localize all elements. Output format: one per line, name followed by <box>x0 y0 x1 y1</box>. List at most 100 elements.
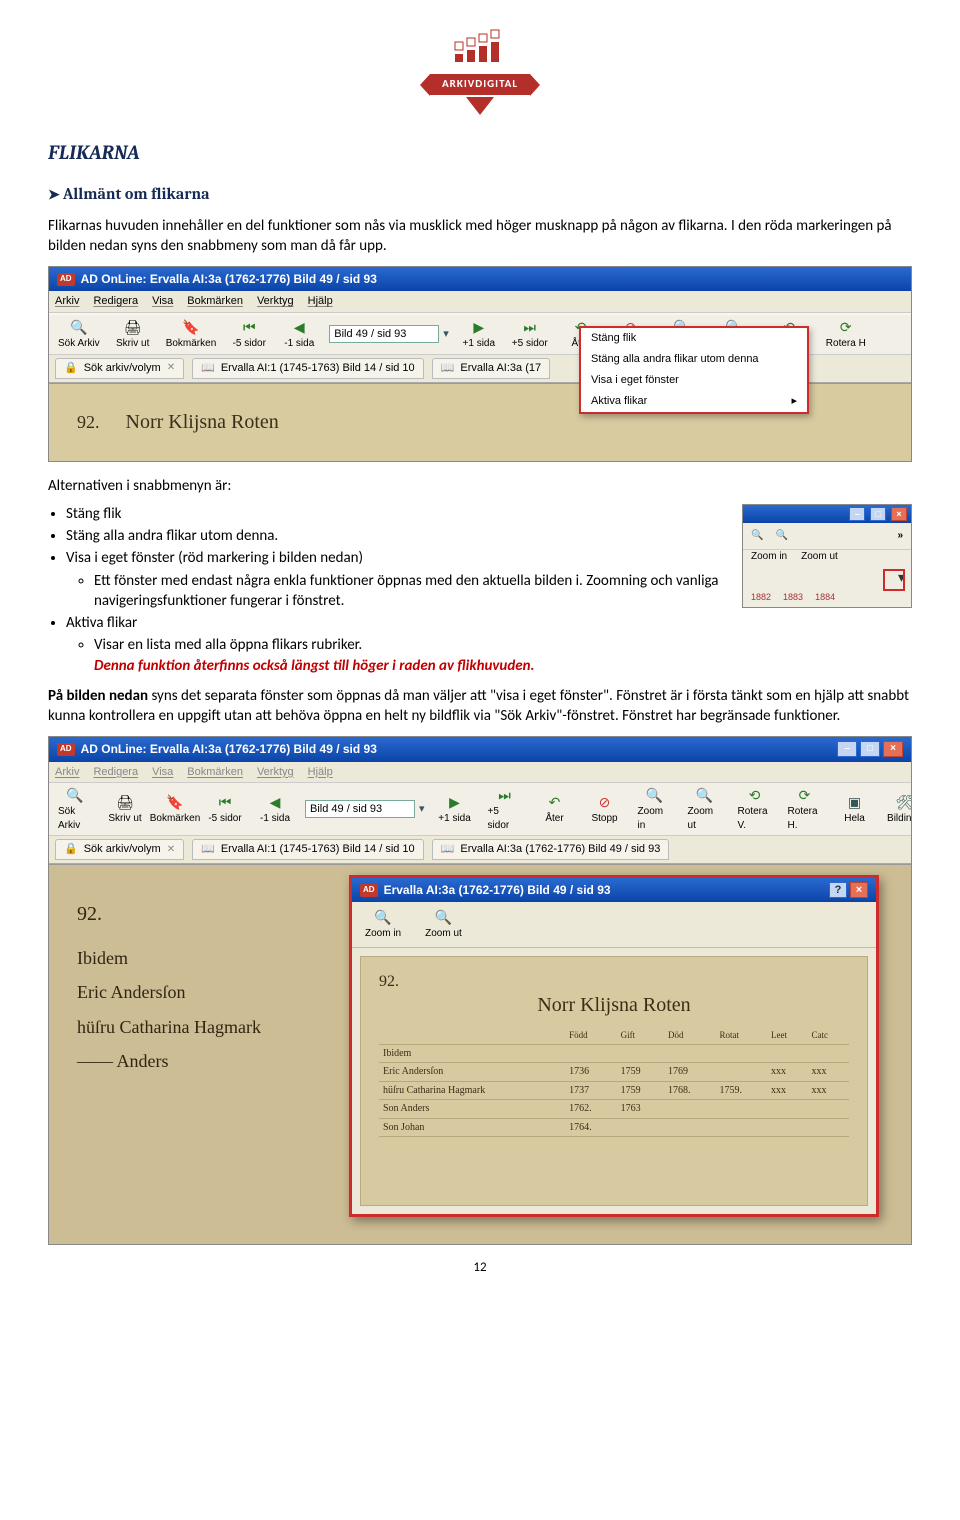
close-icon[interactable]: × <box>850 882 868 898</box>
window-controls[interactable]: – □ × <box>837 741 903 757</box>
page-input[interactable] <box>329 325 439 343</box>
search-archive-button[interactable]: 🔍Sök Arkiv <box>55 786 95 832</box>
back5-button[interactable]: ⏮-5 sidor <box>229 318 269 351</box>
menu-item[interactable]: Redigera <box>93 765 138 780</box>
fit-button[interactable]: ▣Hela <box>835 793 875 826</box>
close-icon[interactable]: × <box>883 741 903 757</box>
book-icon: 📖 <box>201 361 215 376</box>
stop-button[interactable]: ⊘Stopp <box>585 793 625 826</box>
book-icon: 📖 <box>201 842 215 857</box>
alt-intro: Alternativen i snabbmenyn är: <box>48 476 912 496</box>
bookmarks-button[interactable]: 🔖Bokmärken <box>155 793 195 826</box>
menu-item[interactable]: Redigera <box>93 294 138 309</box>
page-number: 12 <box>48 1259 912 1277</box>
menu-item[interactable]: Bokmärken <box>187 294 243 309</box>
fwd1-button[interactable]: ▶+1 sida <box>459 318 499 351</box>
zoom-out-icon[interactable]: 🔍 <box>775 529 787 543</box>
screenshot-corner: – □ × 🔍 🔍 » Zoom in Zoom ut ▾ 1882 1883 … <box>742 504 912 609</box>
fwd1-button[interactable]: ▶+1 sida <box>435 793 475 826</box>
menu-item[interactable]: Hjälp <box>308 765 333 780</box>
bookmarks-button[interactable]: 🔖Bokmärken <box>163 318 220 351</box>
book-icon: 📖 <box>441 842 455 857</box>
zoom-out-button[interactable]: 🔍Zoom ut <box>422 908 465 941</box>
maximize-icon[interactable]: □ <box>870 507 886 521</box>
ctx-own-window[interactable]: Visa i eget fönster <box>581 370 807 391</box>
app-menubar[interactable]: Arkiv Redigera Visa Bokmärken Verktyg Hj… <box>49 291 911 313</box>
fwd5-button[interactable]: ⏭+5 sidor <box>485 786 525 832</box>
red-highlight-box <box>883 569 905 591</box>
emphasis-note: Denna funktion återfinns också längst ti… <box>94 657 535 675</box>
zoom-out-label: Zoom ut <box>801 550 838 564</box>
minimize-icon[interactable]: – <box>837 741 857 757</box>
help-icon[interactable]: ? <box>829 882 847 898</box>
handwritten-heading: Norr Klijsna Roten <box>126 409 279 436</box>
tab[interactable]: 📖Ervalla AI:3a (17 <box>432 358 550 379</box>
window-controls[interactable]: – □ × <box>847 507 907 522</box>
manuscript-table: Född Gift Död Rotat Leet Catc IbidemEric… <box>379 1027 849 1137</box>
popup-toolbar: 🔍Zoom in 🔍Zoom ut <box>352 902 876 948</box>
manuscript-left-column: 92. Ibidem Eric Andersſon hüſru Catharin… <box>77 895 261 1078</box>
app-menubar[interactable]: Arkiv Redigera Visa Bokmärken Verktyg Hj… <box>49 762 911 784</box>
tab[interactable]: 🔒Sök arkiv/volym✕ <box>55 839 184 860</box>
ctx-close-tab[interactable]: Stäng flik <box>581 328 807 349</box>
popup-document[interactable]: 92. Norr Klijsna Roten Född Gift Död Rot… <box>360 956 868 1206</box>
detached-viewer-window: AD Ervalla AI:3a (1762-1776) Bild 49 / s… <box>349 875 879 1217</box>
close-icon[interactable]: × <box>891 507 907 521</box>
more-icon[interactable]: » <box>897 529 903 543</box>
undo-button[interactable]: ↶Åter <box>535 793 575 826</box>
ctx-active-tabs[interactable]: Aktiva flikar <box>581 391 807 412</box>
zoom-in-button[interactable]: 🔍Zoom in <box>635 786 675 832</box>
tab[interactable]: 📖Ervalla AI:1 (1745-1763) Bild 14 / sid … <box>192 839 424 860</box>
rotate-right-button[interactable]: ⟳Rotera H <box>823 318 869 351</box>
section-heading: FLIKARNA <box>48 139 912 166</box>
menu-item[interactable]: Verktyg <box>257 294 294 309</box>
page-nav-field[interactable]: ▾ <box>305 800 425 818</box>
menu-item[interactable]: Arkiv <box>55 294 79 309</box>
search-archive-button[interactable]: 🔍Sök Arkiv <box>55 318 103 351</box>
app-badge-icon: AD <box>360 884 378 897</box>
dropdown-icon[interactable]: ▾ <box>419 802 425 817</box>
app-badge-icon: AD <box>57 273 75 286</box>
zoom-in-button[interactable]: 🔍Zoom in <box>362 908 404 941</box>
window-title: AD OnLine: Ervalla AI:3a (1762-1776) Bil… <box>81 741 377 757</box>
menu-item[interactable]: Visa <box>152 294 173 309</box>
document-viewport[interactable]: 92. Ibidem Eric Andersſon hüſru Catharin… <box>49 864 911 1244</box>
brand-name: ARKIVDIGITAL <box>430 74 530 95</box>
print-button[interactable]: 🖨Skriv ut <box>105 793 145 826</box>
back1-button[interactable]: ◀-1 sida <box>255 793 295 826</box>
back5-button[interactable]: ⏮-5 sidor <box>205 793 245 826</box>
rotate-left-button[interactable]: ⟲Rotera V. <box>735 786 775 832</box>
dropdown-icon[interactable]: ▾ <box>443 327 449 342</box>
page-nav-field[interactable]: ▾ <box>329 325 449 343</box>
minimize-icon[interactable]: – <box>849 507 865 521</box>
page-margin-number: 92. <box>77 410 100 434</box>
close-tab-icon[interactable]: ✕ <box>167 361 175 375</box>
shield-icon <box>466 97 494 115</box>
image-settings-button[interactable]: 🛠Bildinst. <box>885 793 911 826</box>
menu-item[interactable]: Verktyg <box>257 765 294 780</box>
popup-title: Ervalla AI:3a (1762-1776) Bild 49 / sid … <box>384 882 611 898</box>
zoom-in-icon[interactable]: 🔍 <box>751 529 763 543</box>
ctx-close-others[interactable]: Stäng alla andra flikar utom denna <box>581 349 807 370</box>
list-item: Visar en lista med alla öppna flikars ru… <box>94 635 912 676</box>
page-input[interactable] <box>305 800 415 818</box>
menu-item[interactable]: Visa <box>152 765 173 780</box>
maximize-icon[interactable]: □ <box>860 741 880 757</box>
close-tab-icon[interactable]: ✕ <box>167 843 175 857</box>
crown-icon <box>441 28 519 66</box>
menu-item[interactable]: Bokmärken <box>187 765 243 780</box>
rotate-right-button[interactable]: ⟳Rotera H. <box>785 786 825 832</box>
menu-item[interactable]: Hjälp <box>308 294 333 309</box>
handwritten-heading: Norr Klijsna Roten <box>379 992 849 1019</box>
tab[interactable]: 📖Ervalla AI:3a (1762-1776) Bild 49 / sid… <box>432 839 670 860</box>
print-button[interactable]: 🖨Skriv ut <box>113 318 153 351</box>
tab[interactable]: 📖Ervalla AI:1 (1745-1763) Bild 14 / sid … <box>192 358 424 379</box>
zoom-out-button[interactable]: 🔍Zoom ut <box>685 786 725 832</box>
list-item: Aktiva flikar Visar en lista med alla öp… <box>66 613 912 676</box>
book-icon: 📖 <box>441 361 455 376</box>
tab[interactable]: 🔒Sök arkiv/volym✕ <box>55 358 184 379</box>
screenshot-separate-window: AD AD OnLine: Ervalla AI:3a (1762-1776) … <box>48 736 912 1245</box>
fwd5-button[interactable]: ⏭+5 sidor <box>509 318 551 351</box>
back1-button[interactable]: ◀-1 sida <box>279 318 319 351</box>
menu-item[interactable]: Arkiv <box>55 765 79 780</box>
